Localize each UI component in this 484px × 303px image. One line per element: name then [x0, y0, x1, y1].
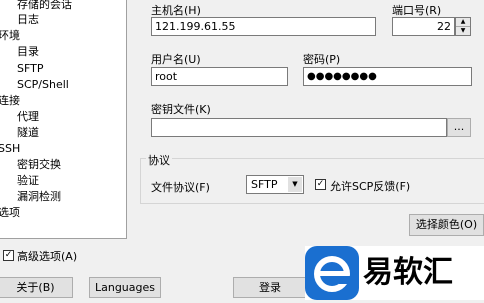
browse-keyfile-button[interactable]: ... [447, 118, 471, 137]
file-protocol-value: SFTP [251, 178, 278, 191]
password-input[interactable]: ●●●●●●●● [303, 67, 472, 86]
host-label: 主机名(H) [151, 4, 201, 17]
file-protocol-select[interactable]: SFTP ▼ [246, 175, 304, 194]
spin-down-icon[interactable]: ▼ [456, 27, 470, 35]
host-input[interactable]: 121.199.61.55 [151, 17, 376, 36]
port-label: 端口号(R) [392, 4, 442, 17]
login-button[interactable]: 登录 [233, 277, 307, 298]
allow-scp-checkbox[interactable]: ✓ [315, 179, 326, 190]
choose-color-button[interactable]: 选择颜色(O) [409, 214, 484, 236]
advanced-options-checkbox[interactable]: ✓ [3, 250, 14, 261]
advanced-options-label: 高级选项(A) [17, 250, 78, 263]
user-label: 用户名(U) [151, 53, 201, 66]
brand-e-icon [305, 246, 359, 300]
tree-item-options[interactable]: 选项 [0, 206, 20, 219]
tree-item-proxy[interactable]: 代理 [17, 110, 39, 123]
keyfile-input[interactable] [151, 118, 447, 137]
watermark-logo: 易软汇 [305, 246, 484, 300]
tree-item-ssh[interactable]: SSH [0, 142, 20, 155]
password-label: 密码(P) [303, 53, 341, 66]
port-input[interactable]: 22 [392, 17, 455, 36]
tree-item-authentication[interactable]: 验证 [17, 174, 39, 187]
tree-item-connection[interactable]: 连接 [0, 94, 20, 107]
tree-item-bug-detection[interactable]: 漏洞检测 [17, 190, 61, 203]
keyfile-label: 密钥文件(K) [151, 103, 211, 116]
tree-item-environment[interactable]: 环境 [0, 29, 20, 42]
port-spinner[interactable]: ▲ ▼ [455, 17, 471, 36]
tree-item-sftp[interactable]: SFTP [17, 62, 43, 75]
tree-item-saved-sessions[interactable]: 存储的会话 [17, 0, 72, 11]
watermark-text: 易软汇 [363, 255, 453, 290]
tree-item-tunnel[interactable]: 隧道 [17, 126, 39, 139]
user-input[interactable]: root [151, 67, 288, 86]
tree-item-directory[interactable]: 目录 [17, 45, 39, 58]
protocol-group-title: 协议 [146, 152, 172, 168]
chevron-down-icon[interactable]: ▼ [288, 177, 302, 192]
tree-item-scp-shell[interactable]: SCP/Shell [17, 78, 69, 91]
about-button[interactable]: 关于(B) [0, 277, 73, 298]
settings-tree[interactable]: 存储的会话 日志 环境 目录 SFTP SCP/Shell 连接 代理 隧道 S… [0, 0, 127, 239]
allow-scp-label: 允许SCP反馈(F) [330, 180, 411, 193]
tree-item-key-exchange[interactable]: 密钥交换 [17, 158, 61, 171]
spin-up-icon[interactable]: ▲ [456, 18, 470, 27]
tree-item-log[interactable]: 日志 [17, 13, 39, 26]
languages-button[interactable]: Languages [89, 277, 161, 298]
file-protocol-label: 文件协议(F) [151, 181, 210, 194]
